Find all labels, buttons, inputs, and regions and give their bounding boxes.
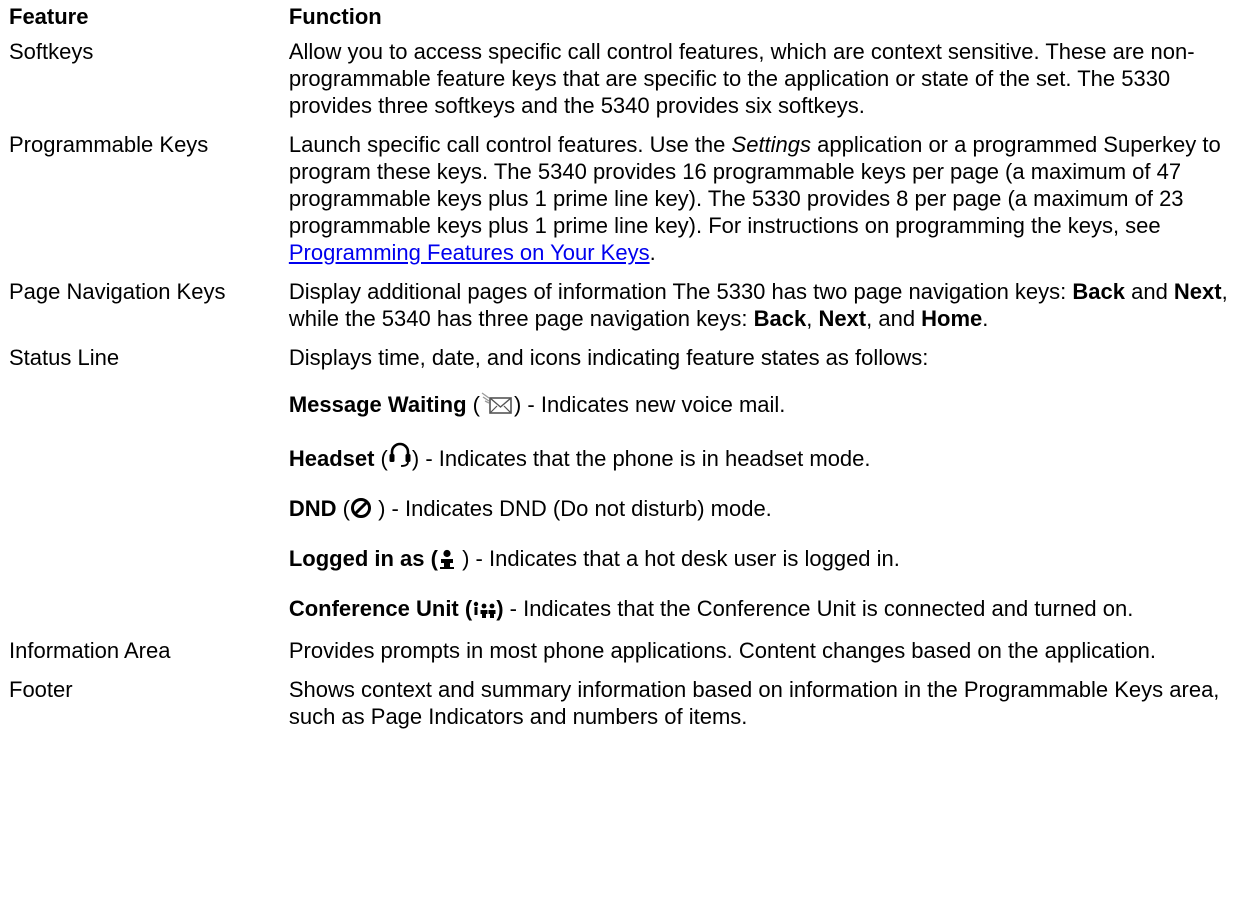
status-label: Logged in as (: [288, 546, 438, 571]
bold-home: Home: [921, 306, 983, 331]
text-segment: ,: [806, 306, 819, 331]
table-row: Information Area Provides prompts in mos…: [8, 631, 1240, 670]
feature-softkeys: Softkeys: [9, 39, 94, 64]
text-segment: Launch specific call control features. U…: [288, 132, 732, 157]
feature-page-navigation: Page Navigation Keys: [9, 279, 226, 304]
conference-unit-icon: [472, 598, 496, 625]
header-function: Function: [288, 4, 382, 29]
feature-footer: Footer: [9, 677, 73, 702]
status-item-dnd: DND ( ) - Indicates DND (Do not disturb)…: [289, 495, 1240, 525]
status-item-conference-unit: Conference Unit () - Indicates that the …: [289, 595, 1240, 625]
settings-italic: Settings: [731, 132, 812, 157]
function-softkeys: Allow you to access specific call contro…: [288, 39, 1195, 118]
status-intro: Displays time, date, and icons indicatin…: [288, 345, 929, 370]
status-desc: - Indicates new voice mail.: [521, 392, 786, 417]
paren-close: ): [496, 596, 504, 621]
status-desc: - Indicates that the Conference Unit is …: [503, 596, 1134, 621]
bold-next: Next: [818, 306, 867, 331]
text-segment: .: [649, 240, 656, 265]
feature-table: Feature Function Softkeys Allow you to a…: [8, 3, 1240, 736]
user-icon: [438, 548, 456, 575]
table-row: Page Navigation Keys Display additional …: [8, 272, 1240, 338]
paren-close: ): [371, 496, 386, 521]
paren-close: ): [455, 546, 470, 571]
text-segment: , and: [866, 306, 922, 331]
bold-back: Back: [1072, 279, 1125, 304]
table-row: Footer Shows context and summary informa…: [8, 670, 1240, 736]
function-page-navigation: Display additional pages of information …: [289, 272, 1240, 338]
status-desc: - Indicates DND (Do not disturb) mode.: [385, 496, 772, 521]
table-row: Status Line Displays time, date, and ico…: [8, 338, 1240, 631]
status-label: Conference Unit (: [288, 596, 473, 621]
status-label: Headset: [288, 446, 375, 471]
status-item-message-waiting: Message Waiting () - Indicates new voice…: [289, 391, 1240, 421]
programming-features-link[interactable]: Programming Features on Your Keys: [289, 240, 650, 265]
status-item-headset: Headset () - Indicates that the phone is…: [289, 441, 1240, 475]
table-header: Feature Function: [8, 3, 1240, 32]
bold-back: Back: [753, 306, 807, 331]
dnd-icon: [350, 497, 372, 525]
bold-next: Next: [1173, 279, 1222, 304]
table-row: Programmable Keys Launch specific call c…: [8, 125, 1240, 272]
status-desc: - Indicates that the phone is in headset…: [419, 446, 871, 471]
table-row: Softkeys Allow you to access specific ca…: [8, 32, 1240, 125]
paren-open: (: [466, 392, 480, 417]
function-information-area: Provides prompts in most phone applicati…: [288, 638, 1156, 663]
document: Feature Function Softkeys Allow you to a…: [0, 0, 1245, 923]
feature-status-line: Status Line: [9, 345, 120, 370]
status-label: Message Waiting: [288, 392, 467, 417]
text-segment: .: [982, 306, 989, 331]
feature-programmable-keys: Programmable Keys: [9, 132, 209, 157]
function-status-line: Displays time, date, and icons indicatin…: [289, 338, 1240, 631]
status-item-logged-in: Logged in as ( ) - Indicates that a hot …: [289, 545, 1240, 575]
function-footer: Shows context and summary information ba…: [288, 677, 1220, 729]
status-label: DND: [288, 496, 337, 521]
paren-open: (: [374, 446, 388, 471]
headset-icon: [388, 441, 412, 475]
text-segment: Display additional pages of information …: [288, 279, 1073, 304]
status-desc: - Indicates that a hot desk user is logg…: [469, 546, 900, 571]
message-waiting-icon: [480, 391, 514, 421]
text-segment: and: [1124, 279, 1174, 304]
function-programmable-keys: Launch specific call control features. U…: [289, 125, 1240, 272]
feature-information-area: Information Area: [9, 638, 171, 663]
header-feature: Feature: [9, 4, 89, 29]
paren-open: (: [336, 496, 350, 521]
